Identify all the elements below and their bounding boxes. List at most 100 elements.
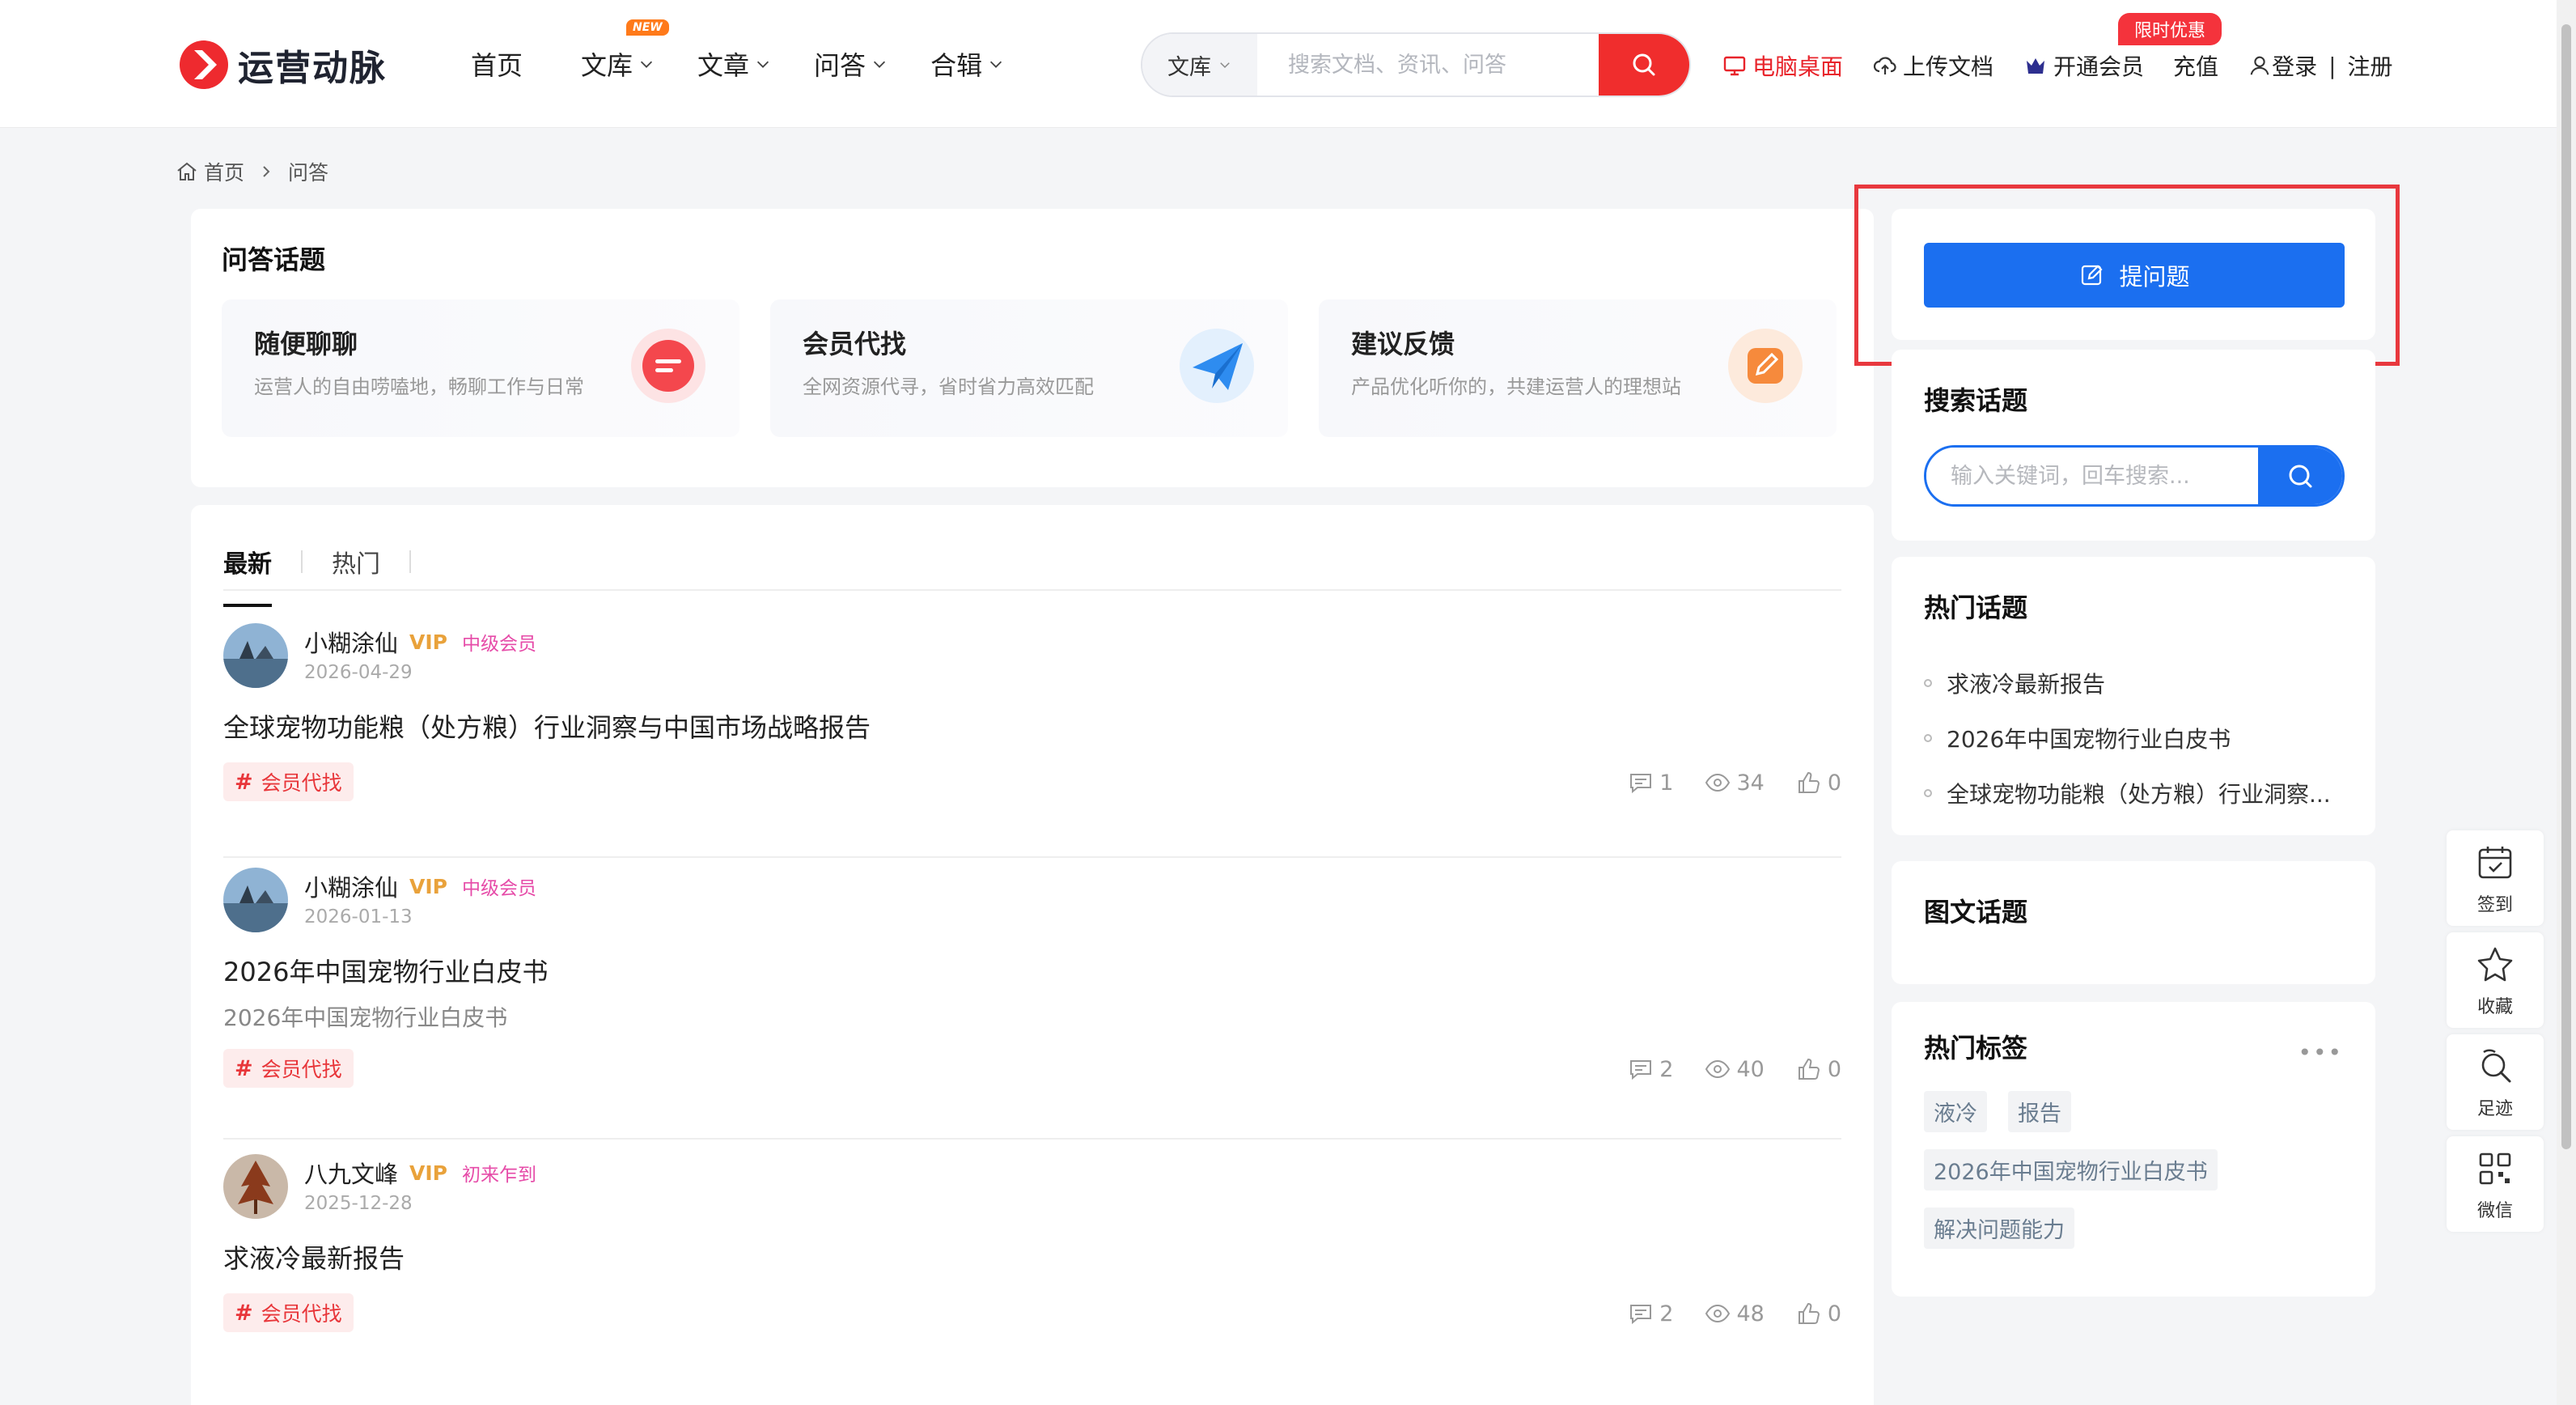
view-count: 40 <box>1704 1055 1765 1083</box>
tab-hot[interactable]: 热门 <box>332 533 380 591</box>
bullet-icon <box>1924 789 1932 797</box>
topic-desc: 运营人的自由唠嗑地，畅聊工作与日常 <box>254 376 584 398</box>
question-title[interactable]: 2026年中国宠物行业白皮书 <box>223 952 548 989</box>
comment-count[interactable]: 1 <box>1627 769 1673 796</box>
topic-name: 随便聊聊 <box>254 329 358 359</box>
vip-link[interactable]: 开通会员 <box>2023 49 2144 82</box>
tabs-divider <box>223 589 1841 591</box>
search-category-select[interactable]: 文库 <box>1142 34 1257 96</box>
cloud-upload-icon <box>1873 57 1896 74</box>
upload-link[interactable]: 上传文档 <box>1872 49 1993 82</box>
tag-chip[interactable]: 2026年中国宠物行业白皮书 <box>1924 1149 2218 1191</box>
qa-feed-card: 最新 热门 小糊涂仙 VIP 中级会员 2026-04-29 全球宠物功能粮（处… <box>191 505 1874 1405</box>
auth-links: 登录 | 注册 <box>2248 49 2393 82</box>
vip-badge: VIP <box>409 1161 447 1185</box>
tab-latest[interactable]: 最新 <box>223 533 272 607</box>
nav-home[interactable]: 首页 <box>471 45 523 83</box>
avatar[interactable] <box>223 623 288 688</box>
scrollbar-thumb[interactable] <box>2561 24 2571 1149</box>
question-item[interactable]: 小糊涂仙 VIP 中级会员 2026-04-29 全球宠物功能粮（处方粮）行业洞… <box>223 623 1841 858</box>
tab-divider <box>409 550 411 573</box>
avatar[interactable] <box>223 1154 288 1219</box>
bullet-icon <box>1924 679 1932 687</box>
breadcrumb-home[interactable]: 首页 <box>204 157 244 186</box>
nav-articles-label: 文章 <box>697 50 750 81</box>
member-level: 中级会员 <box>462 634 536 655</box>
author-name[interactable]: 八九文峰 <box>304 1156 398 1190</box>
desktop-link[interactable]: 电脑桌面 <box>1722 49 1843 82</box>
like-button[interactable]: 0 <box>1795 1300 1841 1327</box>
hot-topics-title: 热门话题 <box>1924 592 2028 623</box>
hot-tags-title: 热门标签 <box>1924 1033 2028 1063</box>
nav-library-label: 文库 <box>581 50 633 81</box>
vip-badge: VIP <box>409 874 447 898</box>
register-link[interactable]: 注册 <box>2348 49 2393 82</box>
comment-count[interactable]: 2 <box>1627 1300 1673 1327</box>
avatar[interactable] <box>223 868 288 932</box>
nav-qa[interactable]: 问答 <box>814 45 888 83</box>
hot-topic-item[interactable]: 求液冷最新报告 <box>1924 656 2331 711</box>
rail-history-label: 足迹 <box>2476 1099 2513 1119</box>
more-icon[interactable]: ••• <box>2298 1039 2343 1066</box>
search-button[interactable] <box>1599 34 1689 96</box>
rail-wechat-button[interactable]: 微信 <box>2447 1136 2544 1232</box>
comment-count-value: 2 <box>1659 1056 1674 1082</box>
crown-icon <box>2027 58 2045 74</box>
rail-history-button[interactable]: 足迹 <box>2447 1034 2544 1130</box>
image-topics-card: 图文话题 <box>1892 861 2375 984</box>
comment-icon <box>1630 1305 1652 1325</box>
author-name[interactable]: 小糊涂仙 <box>304 869 398 903</box>
question-title[interactable]: 求液冷最新报告 <box>223 1238 405 1276</box>
monitor-icon <box>1723 56 1746 76</box>
nav-articles[interactable]: 文章 <box>697 45 772 83</box>
topic-tag[interactable]: # 会员代找 <box>223 1049 354 1088</box>
question-title[interactable]: 全球宠物功能粮（处方粮）行业洞察与中国市场战略报告 <box>223 707 871 745</box>
bullet-icon <box>1924 734 1932 742</box>
question-item[interactable]: 小糊涂仙 VIP 中级会员 2026-01-13 2026年中国宠物行业白皮书 … <box>223 868 1841 1140</box>
hot-topic-label: 求液冷最新报告 <box>1947 671 2106 698</box>
question-item[interactable]: 八九文峰 VIP 初来乍到 2025-12-28 求液冷最新报告 # 会员代找 … <box>223 1154 1841 1389</box>
login-link[interactable]: 登录 <box>2272 49 2317 82</box>
hot-topics-list: 求液冷最新报告 2026年中国宠物行业白皮书 全球宠物功能粮（处方粮）行业洞察.… <box>1924 656 2331 821</box>
topic-tag[interactable]: # 会员代找 <box>223 762 354 801</box>
like-button[interactable]: 0 <box>1795 769 1841 796</box>
topic-card-chat[interactable]: 随便聊聊 运营人的自由唠嗑地，畅聊工作与日常 <box>222 299 739 437</box>
tag-chip[interactable]: 解决问题能力 <box>1924 1208 2074 1249</box>
recharge-link[interactable]: 充值 <box>2173 49 2218 82</box>
tab-divider <box>301 550 303 573</box>
nav-collections[interactable]: 合辑 <box>930 45 1005 83</box>
new-badge: NEW <box>626 19 669 36</box>
header-search: 文库 <box>1141 32 1691 97</box>
rail-favorite-button[interactable]: 收藏 <box>2447 932 2544 1028</box>
topic-search-input[interactable] <box>1926 448 2258 504</box>
topic-search-button[interactable] <box>2258 448 2342 504</box>
comment-count[interactable]: 2 <box>1627 1055 1673 1083</box>
qrcode-icon <box>2479 1152 2511 1185</box>
hot-topic-item[interactable]: 2026年中国宠物行业白皮书 <box>1924 711 2331 766</box>
topic-card-feedback[interactable]: 建议反馈 产品优化听你的，共建运营人的理想站 <box>1319 299 1837 437</box>
like-button[interactable]: 0 <box>1795 1055 1841 1083</box>
topic-card-find[interactable]: 会员代找 全网资源代寻，省时省力高效匹配 <box>770 299 1288 437</box>
topic-tag-label: 会员代找 <box>261 771 342 795</box>
like-count-value: 0 <box>1827 1056 1841 1082</box>
tag-chip[interactable]: 报告 <box>2008 1091 2071 1132</box>
tag-chip[interactable]: 液冷 <box>1924 1091 1987 1132</box>
hot-topic-item[interactable]: 全球宠物功能粮（处方粮）行业洞察... <box>1924 766 2331 821</box>
topic-name: 会员代找 <box>803 329 907 359</box>
paper-plane-icon <box>1180 329 1254 403</box>
author-name[interactable]: 小糊涂仙 <box>304 625 398 659</box>
post-date: 2026-01-13 <box>304 906 413 927</box>
thumbs-up-icon <box>1798 771 1820 793</box>
nav-library[interactable]: NEW 文库 <box>581 19 669 83</box>
post-date: 2026-04-29 <box>304 662 413 683</box>
rail-checkin-button[interactable]: 签到 <box>2447 830 2544 926</box>
page-scrollbar[interactable] <box>2557 0 2576 1405</box>
feed-tabs: 最新 热门 <box>223 533 440 607</box>
topic-tag-label: 会员代找 <box>261 1058 342 1081</box>
topic-tag[interactable]: # 会员代找 <box>223 1293 354 1332</box>
hot-topic-label: 2026年中国宠物行业白皮书 <box>1947 726 2231 753</box>
search-icon <box>1633 53 1655 76</box>
site-logo[interactable]: 运营动脉 <box>178 36 387 94</box>
search-input[interactable] <box>1257 34 1599 96</box>
hash-icon: # <box>235 1300 253 1326</box>
